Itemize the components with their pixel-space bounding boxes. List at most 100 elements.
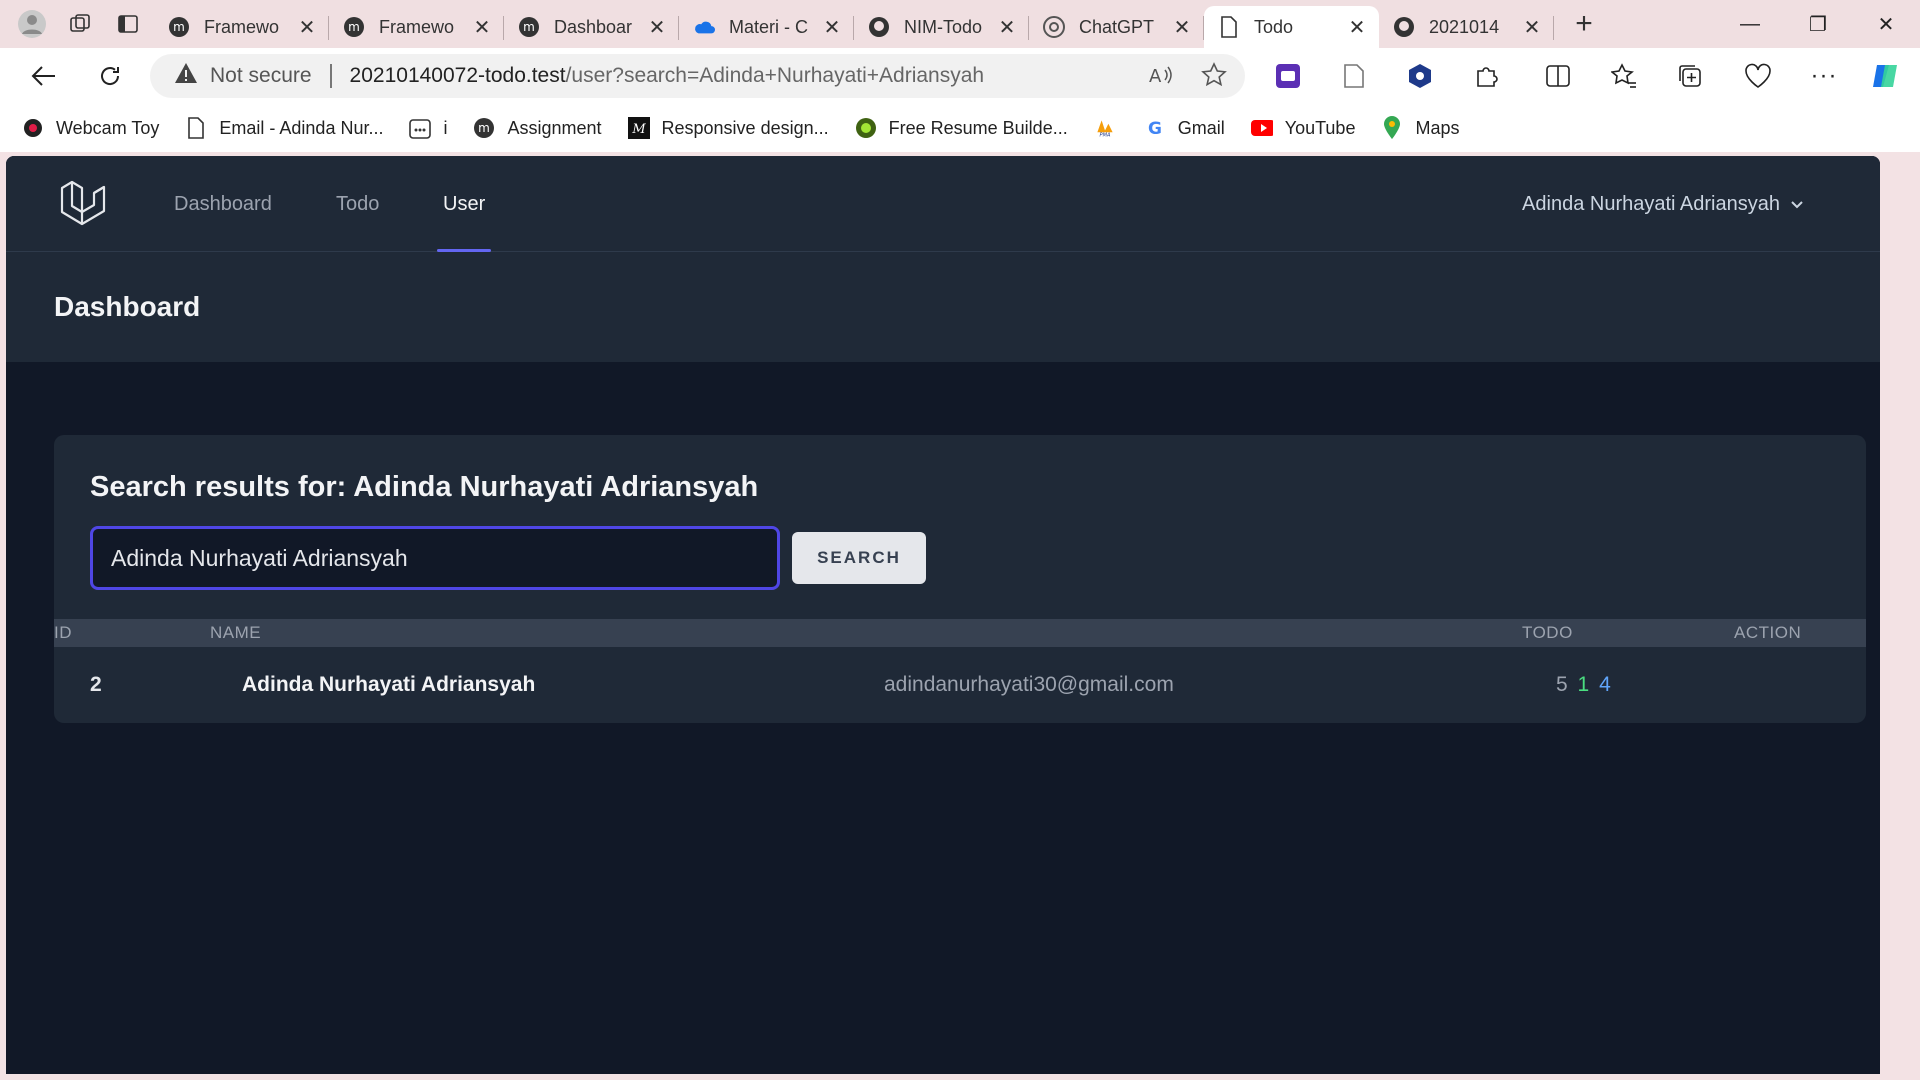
- nav-link-todo[interactable]: Todo: [336, 156, 379, 252]
- bookmarks-bar: Webcam Toy Email - Adinda Nur... i m Ass…: [0, 104, 1920, 152]
- bookmark-email[interactable]: Email - Adinda Nur...: [185, 117, 383, 139]
- reload-icon[interactable]: [84, 52, 136, 100]
- read-aloud-icon[interactable]: A: [1147, 62, 1173, 94]
- reading-view-icon[interactable]: [1336, 58, 1372, 94]
- profile-avatar-icon[interactable]: [8, 0, 56, 48]
- tab-label: 2021014: [1429, 16, 1500, 37]
- laravel-logo-icon[interactable]: [58, 180, 108, 230]
- extensions-puzzle-icon[interactable]: [1468, 58, 1504, 94]
- bookmark-webcam-toy[interactable]: Webcam Toy: [22, 117, 159, 139]
- close-icon[interactable]: ✕: [822, 15, 842, 40]
- minimize-icon[interactable]: —: [1716, 0, 1784, 48]
- tab-actions-icon[interactable]: [104, 0, 152, 48]
- tab-nim-todo[interactable]: NIM-Todo ✕: [854, 7, 1029, 47]
- copilot-icon[interactable]: [1868, 58, 1904, 94]
- svg-text:m: m: [348, 20, 360, 34]
- cell-todo-counts: 5 1 4: [1556, 673, 1613, 697]
- todo-total-count: 5: [1556, 673, 1570, 696]
- svg-text:G: G: [1148, 119, 1162, 138]
- tab-chatgpt[interactable]: ChatGPT ✕: [1029, 7, 1204, 47]
- restore-icon[interactable]: ❐: [1784, 0, 1852, 48]
- bookmark-i[interactable]: i: [409, 117, 447, 139]
- window-controls: — ❐ ✕: [1716, 0, 1920, 48]
- column-header-id: ID: [54, 623, 72, 642]
- column-header-name: NAME: [210, 623, 262, 642]
- favorites-icon[interactable]: [1606, 58, 1642, 94]
- close-icon[interactable]: ✕: [1172, 15, 1192, 40]
- bookmark-label: YouTube: [1284, 117, 1356, 138]
- user-menu-dropdown[interactable]: Adinda Nurhayati Adriansyah: [1522, 156, 1804, 252]
- column-header-action: ACTION: [1734, 623, 1802, 642]
- tab-label: Framewo: [204, 16, 280, 37]
- search-input[interactable]: [90, 526, 780, 590]
- m-logo-icon: m: [473, 117, 495, 139]
- tab-github-repo[interactable]: 2021014 ✕: [1379, 7, 1554, 47]
- browser-tab-bar: m Framewo ✕ m Framewo ✕ m Dashboar ✕ Mat…: [0, 0, 1920, 48]
- tab-label: NIM-Todo: [904, 16, 983, 37]
- favorite-star-icon[interactable]: [1201, 62, 1227, 94]
- address-bar[interactable]: Not secure 20210140072-todo.test /user?s…: [150, 54, 1245, 98]
- onedrive-cloud-icon: [693, 16, 715, 38]
- tab-label: Dashboar: [554, 16, 633, 37]
- bookmark-gmail[interactable]: G Gmail: [1144, 117, 1225, 139]
- search-results-card: Search results for: Adinda Nurhayati Adr…: [54, 435, 1866, 723]
- svg-text:A: A: [1149, 66, 1162, 87]
- m-logo-icon: m: [168, 16, 190, 38]
- github-icon: [868, 16, 890, 38]
- close-window-icon[interactable]: ✕: [1852, 0, 1920, 48]
- close-icon[interactable]: ✕: [297, 15, 317, 40]
- column-header-todo: TODO: [1522, 623, 1573, 642]
- youtube-icon: [1250, 117, 1273, 139]
- nav-link-user[interactable]: User: [436, 156, 492, 252]
- tab-materi[interactable]: Materi - C ✕: [679, 7, 854, 47]
- close-icon[interactable]: ✕: [997, 15, 1017, 40]
- search-button[interactable]: SEARCH: [792, 532, 926, 584]
- extension-purple-icon[interactable]: [1270, 58, 1306, 94]
- address-divider: [329, 64, 332, 88]
- nav-link-dashboard[interactable]: Dashboard: [174, 156, 272, 252]
- browser-essentials-icon[interactable]: [1740, 58, 1776, 94]
- extension-hex-icon[interactable]: [1402, 58, 1438, 94]
- svg-text:m: m: [523, 20, 535, 34]
- bookmark-pma[interactable]: PMA: [1094, 117, 1128, 139]
- cell-id: 2: [90, 673, 102, 696]
- tab-todo-active[interactable]: Todo ✕: [1204, 6, 1379, 48]
- bookmark-label: Responsive design...: [661, 117, 829, 138]
- url-path: /user?search=Adinda+Nurhayati+Adriansyah: [565, 64, 985, 87]
- calendar-icon: [409, 117, 432, 139]
- bookmark-responsive-design[interactable]: M Responsive design...: [627, 117, 829, 139]
- address-bar-actions: A: [1147, 62, 1227, 94]
- new-tab-plus-icon[interactable]: +: [1562, 4, 1606, 44]
- collections-icon[interactable]: [1672, 58, 1708, 94]
- google-icon: G: [1144, 117, 1166, 139]
- bookmark-assignment[interactable]: m Assignment: [473, 117, 602, 139]
- close-icon[interactable]: ✕: [472, 15, 492, 40]
- tab-framework-2[interactable]: m Framewo ✕: [329, 7, 504, 47]
- page-header: Dashboard: [6, 252, 1880, 362]
- page-icon: [1218, 16, 1240, 38]
- more-options-icon[interactable]: ···: [1806, 58, 1842, 94]
- todo-app: Dashboard Todo User Adinda Nurhayati Adr…: [6, 156, 1880, 1074]
- security-status[interactable]: Not secure: [210, 64, 312, 88]
- bookmark-maps[interactable]: Maps: [1381, 116, 1459, 139]
- svg-text:m: m: [173, 20, 185, 34]
- bookmark-youtube[interactable]: YouTube: [1250, 117, 1356, 139]
- table-row: 2 Adinda Nurhayati Adriansyah adindanurh…: [54, 647, 1866, 723]
- todo-pending-count: 4: [1599, 673, 1613, 696]
- bookmark-label: Assignment: [507, 117, 602, 138]
- split-screen-icon[interactable]: [1540, 58, 1576, 94]
- bookmark-free-resume[interactable]: Free Resume Builde...: [855, 117, 1068, 139]
- tab-framework-1[interactable]: m Framewo ✕: [154, 7, 329, 47]
- webcam-icon: [22, 117, 44, 139]
- close-icon[interactable]: ✕: [1522, 15, 1542, 40]
- workspaces-icon[interactable]: [56, 0, 104, 48]
- warning-triangle-icon[interactable]: [174, 62, 198, 90]
- tab-label: Framewo: [379, 16, 455, 37]
- page-icon: [185, 117, 207, 139]
- tab-dashboard[interactable]: m Dashboar ✕: [504, 7, 679, 47]
- back-arrow-icon[interactable]: [18, 52, 70, 100]
- m-logo-icon: m: [343, 16, 365, 38]
- close-icon[interactable]: ✕: [647, 15, 667, 40]
- close-icon[interactable]: ✕: [1347, 15, 1367, 40]
- search-results-heading: Search results for: Adinda Nurhayati Adr…: [90, 471, 759, 503]
